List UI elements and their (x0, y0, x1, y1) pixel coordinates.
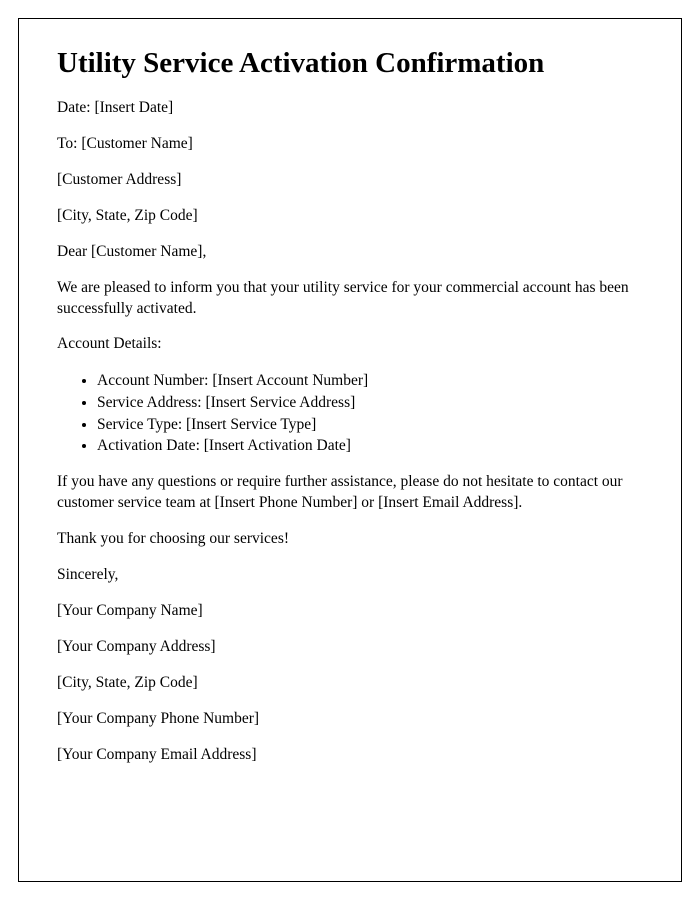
detail-activation-date: Activation Date: [Insert Activation Date… (97, 435, 643, 457)
account-details-list: Account Number: [Insert Account Number] … (57, 370, 643, 457)
company-name: [Your Company Name] (57, 601, 643, 622)
detail-account-number: Account Number: [Insert Account Number] (97, 370, 643, 392)
customer-address: [Customer Address] (57, 170, 643, 191)
closing: Sincerely, (57, 565, 643, 586)
company-address: [Your Company Address] (57, 637, 643, 658)
document-container: Utility Service Activation Confirmation … (18, 18, 682, 882)
customer-city-state-zip: [City, State, Zip Code] (57, 206, 643, 227)
account-details-label: Account Details: (57, 334, 643, 355)
document-title: Utility Service Activation Confirmation (57, 47, 643, 80)
company-email: [Your Company Email Address] (57, 745, 643, 766)
to-line: To: [Customer Name] (57, 134, 643, 155)
assistance-paragraph: If you have any questions or require fur… (57, 472, 643, 514)
date-line: Date: [Insert Date] (57, 98, 643, 119)
company-city-state-zip: [City, State, Zip Code] (57, 673, 643, 694)
thanks-paragraph: Thank you for choosing our services! (57, 529, 643, 550)
detail-service-type: Service Type: [Insert Service Type] (97, 414, 643, 436)
company-phone: [Your Company Phone Number] (57, 709, 643, 730)
detail-service-address: Service Address: [Insert Service Address… (97, 392, 643, 414)
intro-paragraph: We are pleased to inform you that your u… (57, 278, 643, 320)
salutation: Dear [Customer Name], (57, 242, 643, 263)
